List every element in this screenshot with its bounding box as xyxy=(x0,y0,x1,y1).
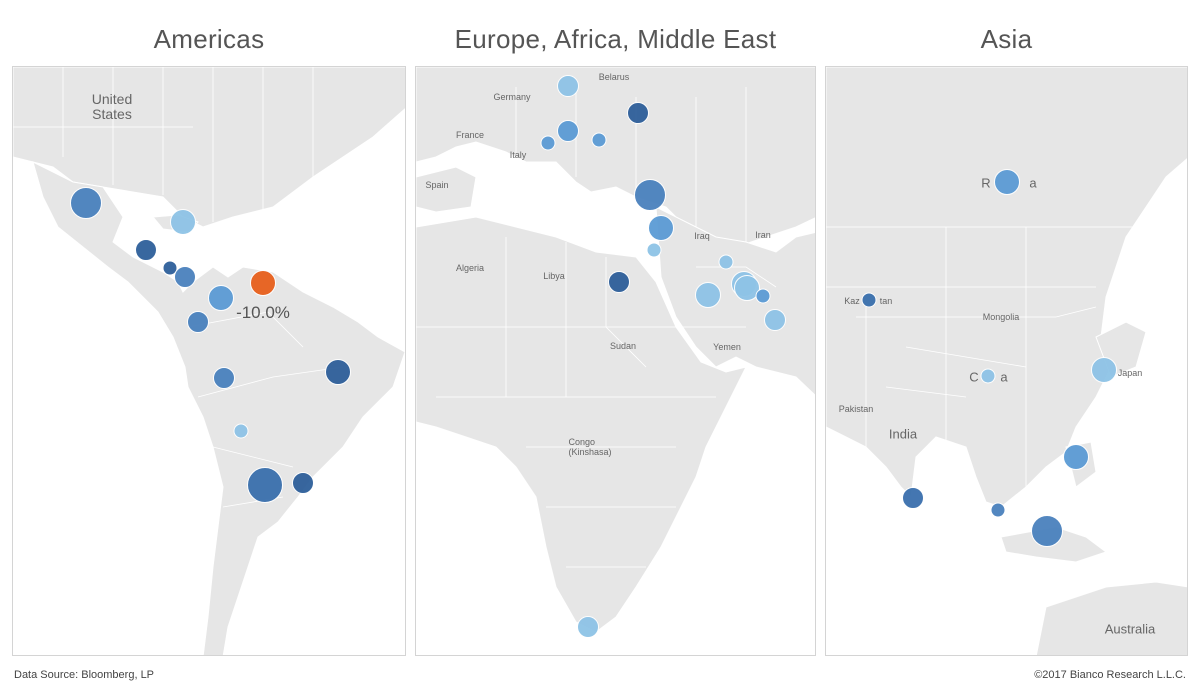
country-bubble-emea-5[interactable] xyxy=(634,179,666,211)
map-label-emea-7: Iraq xyxy=(694,231,710,241)
map-label-asia-3: tan xyxy=(879,296,893,306)
map-label-americas-0: United States xyxy=(91,91,133,122)
country-bubble-emea-0[interactable] xyxy=(557,75,579,97)
country-bubble-americas-2[interactable] xyxy=(135,239,157,261)
emea-landmass xyxy=(416,67,815,655)
map-label-emea-3: Italy xyxy=(509,150,527,160)
copyright-note: ©2017 Bianco Research L.L.C. xyxy=(1034,669,1186,681)
country-bubble-americas-7[interactable] xyxy=(187,311,209,333)
country-bubble-americas-8[interactable] xyxy=(325,359,351,385)
map-panel-americas[interactable]: United States -10.0% xyxy=(12,66,406,656)
map-label-asia-0: R xyxy=(981,175,991,191)
map-label-emea-0: Belarus xyxy=(598,72,630,82)
map-label-asia-2: Kaz xyxy=(844,296,860,306)
map-label-asia-1: a xyxy=(1029,175,1037,191)
country-bubble-emea-15[interactable] xyxy=(577,616,599,638)
map-label-emea-2: France xyxy=(455,130,485,140)
country-bubble-asia-7[interactable] xyxy=(1031,515,1063,547)
map-label-emea-9: Sudan xyxy=(609,341,637,351)
country-bubble-americas-11[interactable] xyxy=(247,467,283,503)
panel-title-asia: Asia xyxy=(980,24,1033,54)
map-label-asia-10: Australia xyxy=(1104,621,1156,637)
map-label-emea-1: Germany xyxy=(493,92,531,102)
country-bubble-asia-4[interactable] xyxy=(1063,444,1089,470)
americas-landmass xyxy=(13,67,405,655)
country-bubble-asia-1[interactable] xyxy=(861,292,877,308)
country-bubble-emea-7[interactable] xyxy=(646,242,662,258)
map-label-asia-7: Japan xyxy=(1117,368,1143,378)
country-bubble-americas-5[interactable] xyxy=(250,270,276,296)
panel-title-emea: Europe, Africa, Middle East xyxy=(454,24,777,54)
country-bubble-emea-14[interactable] xyxy=(764,309,786,331)
map-label-emea-4: Spain xyxy=(425,180,449,190)
country-bubble-emea-4[interactable] xyxy=(591,132,607,148)
country-bubble-asia-6[interactable] xyxy=(990,502,1006,518)
country-bubble-asia-2[interactable] xyxy=(980,368,996,384)
country-bubble-emea-9[interactable] xyxy=(718,254,734,270)
country-bubble-emea-8[interactable] xyxy=(608,271,630,293)
map-panel-emea[interactable]: Belarus Germany France Italy Spain Algeria Lib… xyxy=(415,66,816,656)
map-label-asia-9: India xyxy=(888,426,918,442)
map-label-emea-8: Iran xyxy=(755,230,771,240)
country-bubble-americas-0[interactable] xyxy=(70,187,102,219)
country-bubble-asia-5[interactable] xyxy=(902,487,924,509)
data-source-note: Data Source: Bloomberg, LP xyxy=(14,669,155,681)
country-bubble-emea-1[interactable] xyxy=(627,102,649,124)
map-label-emea-5: Algeria xyxy=(455,263,485,273)
asia-landmass xyxy=(826,67,1187,655)
country-bubble-asia-0[interactable] xyxy=(994,169,1020,195)
country-bubble-asia-3[interactable] xyxy=(1091,357,1117,383)
country-bubble-emea-13[interactable] xyxy=(755,288,771,304)
map-label-asia-5: C xyxy=(969,369,979,385)
country-bubble-emea-6[interactable] xyxy=(648,215,674,241)
country-bubble-emea-2[interactable] xyxy=(557,120,579,142)
country-bubble-americas-12[interactable] xyxy=(292,472,314,494)
country-bubble-americas-10[interactable] xyxy=(233,423,249,439)
map-label-emea-6: Libya xyxy=(543,271,565,281)
bubble-value-label: -10.0% xyxy=(236,303,290,322)
map-label-emea-11: Congo (Kinshasa) xyxy=(568,437,612,457)
panel-title-americas: Americas xyxy=(153,24,265,54)
map-label-asia-4: Mongolia xyxy=(982,312,1020,322)
country-bubble-americas-9[interactable] xyxy=(213,367,235,389)
country-bubble-americas-1[interactable] xyxy=(170,209,196,235)
country-bubble-americas-6[interactable] xyxy=(208,285,234,311)
map-label-asia-8: Pakistan xyxy=(838,404,874,414)
map-panel-asia[interactable]: Ra Kaz tan Mongolia Ca Japan Pakistan India Aust… xyxy=(825,66,1188,656)
country-bubble-americas-4[interactable] xyxy=(174,266,196,288)
map-label-asia-6: a xyxy=(1000,369,1008,385)
country-bubble-emea-10[interactable] xyxy=(695,282,721,308)
map-label-emea-10: Yemen xyxy=(713,342,741,352)
country-bubble-emea-3[interactable] xyxy=(540,135,556,151)
